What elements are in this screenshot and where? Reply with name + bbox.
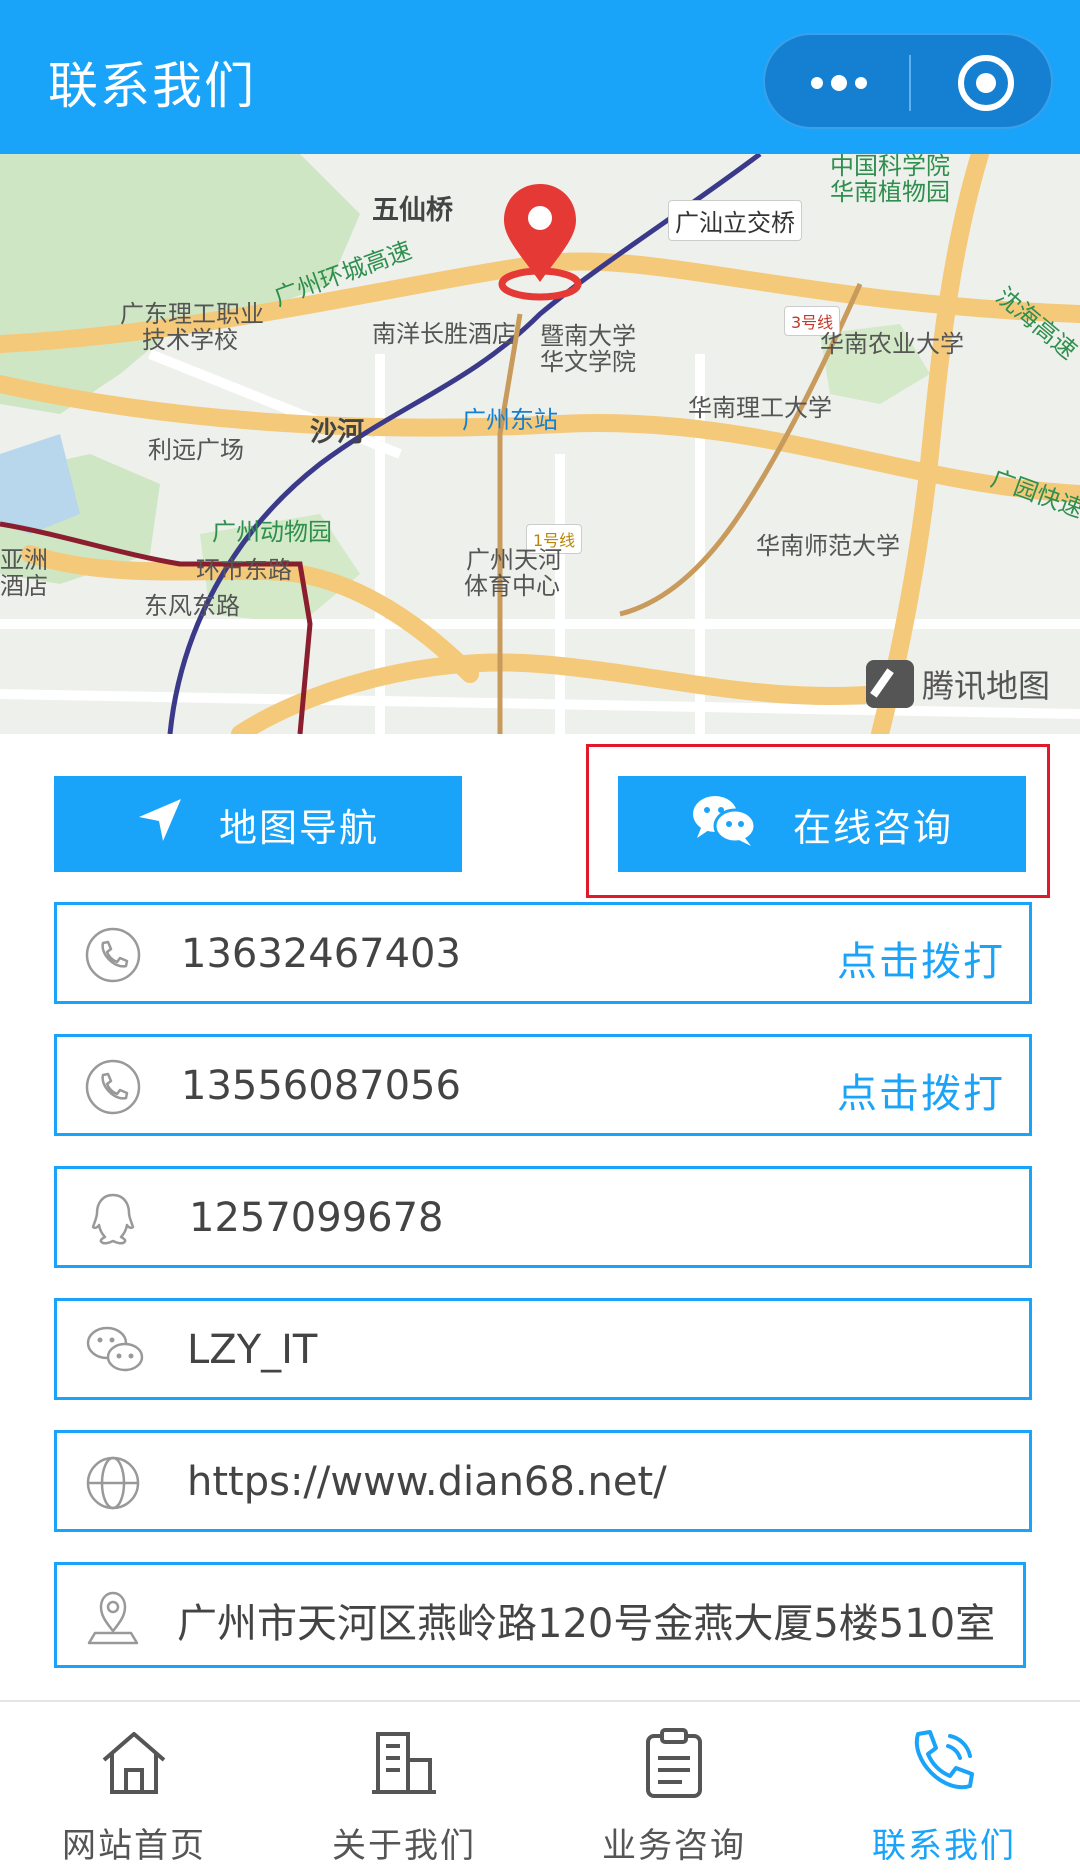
contact-text: 1257099678 [189, 1195, 444, 1241]
building-icon [364, 1722, 444, 1802]
map-provider-text: 腾讯地图 [922, 667, 1051, 705]
capsule-divider [909, 55, 911, 111]
clipboard-icon [634, 1722, 714, 1802]
navigation-arrow-icon [137, 797, 183, 852]
map-label: 华南植物园 [830, 178, 950, 206]
map-label: 南洋长胜酒店 [372, 320, 516, 348]
location-icon [85, 1587, 141, 1645]
map-label: 技术学校 [142, 326, 238, 354]
tab-about[interactable]: 关于我们 [304, 1722, 504, 1867]
highlight-box [586, 744, 1050, 898]
more-icon[interactable] [805, 63, 875, 103]
tencent-map-icon [866, 660, 914, 708]
contact-text: 广州市天河区燕岭路120号金燕大厦5楼510室 [177, 1601, 996, 1647]
contact-text: 13556087056 [181, 1063, 461, 1109]
map-label: 东风东路 [144, 592, 240, 620]
map-label: 五仙桥 [372, 195, 453, 226]
tab-label: 关于我们 [332, 1826, 476, 1866]
map-label: 华南师范大学 [756, 532, 900, 560]
miniprogram-capsule [763, 33, 1053, 129]
map-label: 体育中心 [464, 572, 560, 600]
tab-contact[interactable]: 联系我们 [844, 1722, 1044, 1867]
close-target-icon[interactable] [958, 55, 1014, 111]
map-label: 华文学院 [540, 348, 636, 376]
phone-icon [85, 1059, 141, 1115]
map-label: 广州动物园 [212, 518, 332, 546]
tab-home[interactable]: 网站首页 [34, 1722, 234, 1867]
bottom-tab-bar: 网站首页 关于我们 业务咨询 联系我们 [0, 1700, 1080, 1875]
qq-icon [85, 1191, 141, 1247]
map-label: 利远广场 [148, 436, 244, 464]
tab-label: 联系我们 [872, 1826, 1016, 1866]
map-label: 广汕立交桥 [668, 200, 802, 241]
phone-call-icon [904, 1722, 984, 1802]
map-provider-logo: 腾讯地图 [866, 658, 1050, 710]
tab-business[interactable]: 业务咨询 [574, 1722, 774, 1867]
contact-row-phone-1: 13632467403 点击拨打 [54, 902, 1032, 1004]
map-label: 沙河 [310, 417, 364, 448]
contact-row-address: 广州市天河区燕岭路120号金燕大厦5楼510室 [54, 1562, 1026, 1668]
map-label: 环市东路 [196, 556, 292, 584]
map-navigation-button[interactable]: 地图导航 [54, 776, 462, 872]
home-icon [94, 1722, 174, 1802]
map-label: 华南农业大学 [820, 330, 964, 358]
contact-row-wechat: LZY_IT [54, 1298, 1032, 1400]
tab-label: 网站首页 [62, 1826, 206, 1866]
nav-header: 联系我们 [0, 0, 1080, 154]
wechat-icon [85, 1323, 144, 1379]
contact-row-qq: 1257099678 [54, 1166, 1032, 1268]
contact-text[interactable]: https://www.dian68.net/ [187, 1459, 667, 1505]
map-navigation-label: 地图导航 [218, 805, 379, 850]
contact-row-website: https://www.dian68.net/ [54, 1430, 1032, 1532]
map-label: 广州东站 [462, 406, 558, 434]
phone-icon [85, 927, 141, 983]
call-link[interactable]: 点击拨打 [837, 929, 1005, 987]
tab-label: 业务咨询 [602, 1826, 746, 1866]
map-view[interactable]: 五仙桥 中国科学院 华南植物园 广汕立交桥 广州环城高速 广东理工职业 技术学校… [0, 154, 1080, 734]
call-link[interactable]: 点击拨打 [837, 1061, 1005, 1119]
contact-text: 13632467403 [181, 931, 461, 977]
page-title: 联系我们 [48, 57, 256, 115]
contact-row-phone-2: 13556087056 点击拨打 [54, 1034, 1032, 1136]
globe-icon [85, 1455, 141, 1511]
contact-text: LZY_IT [187, 1327, 318, 1373]
map-label: 酒店 [0, 572, 48, 600]
map-label: 华南理工大学 [688, 394, 832, 422]
